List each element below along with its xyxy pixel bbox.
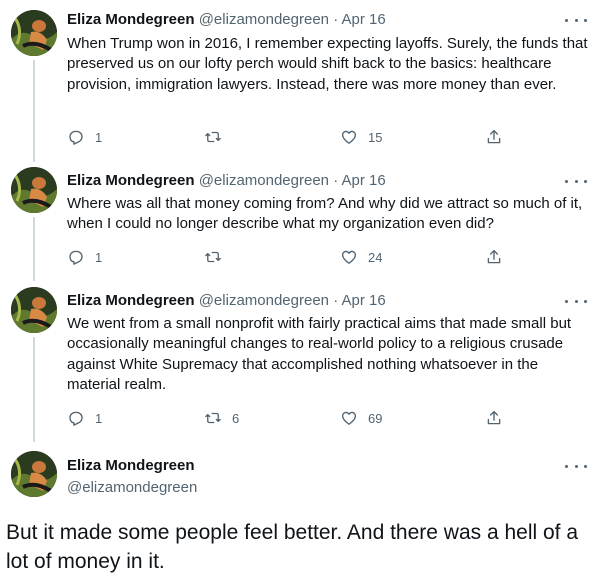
retweet-count: 6 <box>232 410 240 426</box>
reply-icon <box>69 130 83 145</box>
share-icon <box>487 249 501 264</box>
like-button[interactable]: 69 <box>340 408 382 428</box>
avatar[interactable] <box>11 451 57 497</box>
author-handle[interactable]: @elizamondegreen <box>199 172 329 189</box>
author-name[interactable]: Eliza Mondegreen <box>67 172 195 189</box>
reply-count: 1 <box>95 249 103 265</box>
avatar-image <box>11 451 57 497</box>
heart-icon <box>341 130 357 144</box>
share-icon <box>487 129 501 144</box>
avatar-image <box>11 287 57 333</box>
like-count: 69 <box>368 410 383 426</box>
tweet-date[interactable]: Apr 16 <box>342 11 386 28</box>
reply-icon <box>69 411 83 426</box>
retweet-button[interactable] <box>204 247 232 267</box>
separator-dot: · <box>333 292 339 309</box>
more-icon[interactable] <box>565 13 587 27</box>
retweet-icon <box>205 251 221 263</box>
tweet-header: Eliza Mondegreen @elizamondegreen · Apr … <box>67 291 386 311</box>
author-handle[interactable]: @elizamondegreen <box>199 11 329 28</box>
reply-button[interactable]: 1 <box>67 247 102 267</box>
avatar[interactable] <box>11 287 57 333</box>
reply-count: 1 <box>95 129 103 145</box>
like-button[interactable]: 24 <box>340 247 382 267</box>
tweet-date[interactable]: Apr 16 <box>342 292 386 309</box>
avatar-image <box>11 167 57 213</box>
avatar[interactable] <box>11 10 57 56</box>
tweet-text: When Trump won in 2016, I remember expec… <box>67 35 588 93</box>
tweet-header: Eliza Mondegreen @elizamondegreen · Apr … <box>67 171 386 191</box>
retweet-icon <box>205 131 221 143</box>
author-name-row: Eliza Mondegreen <box>67 456 195 476</box>
author-handle[interactable]: @elizamondegreen <box>199 292 329 309</box>
author-name[interactable]: Eliza Mondegreen <box>67 292 195 309</box>
reply-icon <box>69 250 83 265</box>
tweet-actions: 1 24 <box>67 247 507 267</box>
retweet-icon <box>205 412 221 424</box>
author-handle[interactable]: @elizamondegreen <box>67 479 197 496</box>
reply-count: 1 <box>95 410 103 426</box>
thread-line <box>33 60 35 162</box>
tweet-header: Eliza Mondegreen @elizamondegreen · Apr … <box>67 10 386 30</box>
heart-icon <box>341 250 357 264</box>
reply-button[interactable]: 1 <box>67 408 102 428</box>
tweet-actions: 1 15 <box>67 127 507 147</box>
author-name[interactable]: Eliza Mondegreen <box>67 457 195 474</box>
share-button[interactable] <box>485 408 503 428</box>
thread-line <box>33 217 35 281</box>
thread-line <box>33 337 35 442</box>
focused-tweet-text: But it made some people feel better. And… <box>6 521 579 573</box>
avatar[interactable] <box>11 167 57 213</box>
tweet-date[interactable]: Apr 16 <box>342 172 386 189</box>
share-button[interactable] <box>485 247 503 267</box>
more-icon[interactable] <box>565 174 587 188</box>
tweet-text: We went from a small nonprofit with fair… <box>67 315 572 394</box>
retweet-button[interactable] <box>204 127 232 147</box>
heart-icon <box>341 411 357 425</box>
tweet-actions: 1 6 69 <box>67 408 507 428</box>
like-count: 24 <box>368 249 383 265</box>
retweet-button[interactable]: 6 <box>204 408 239 428</box>
like-button[interactable]: 15 <box>340 127 382 147</box>
share-button[interactable] <box>485 127 503 147</box>
author-handle-row: @elizamondegreen <box>67 478 197 498</box>
more-icon[interactable] <box>565 294 587 308</box>
separator-dot: · <box>333 11 339 28</box>
more-icon[interactable] <box>565 459 587 473</box>
like-count: 15 <box>368 129 383 145</box>
avatar-image <box>11 10 57 56</box>
reply-button[interactable]: 1 <box>67 127 102 147</box>
author-name[interactable]: Eliza Mondegreen <box>67 11 195 28</box>
tweet-text: Where was all that money coming from? An… <box>67 195 583 233</box>
share-icon <box>487 410 501 425</box>
separator-dot: · <box>333 172 339 189</box>
